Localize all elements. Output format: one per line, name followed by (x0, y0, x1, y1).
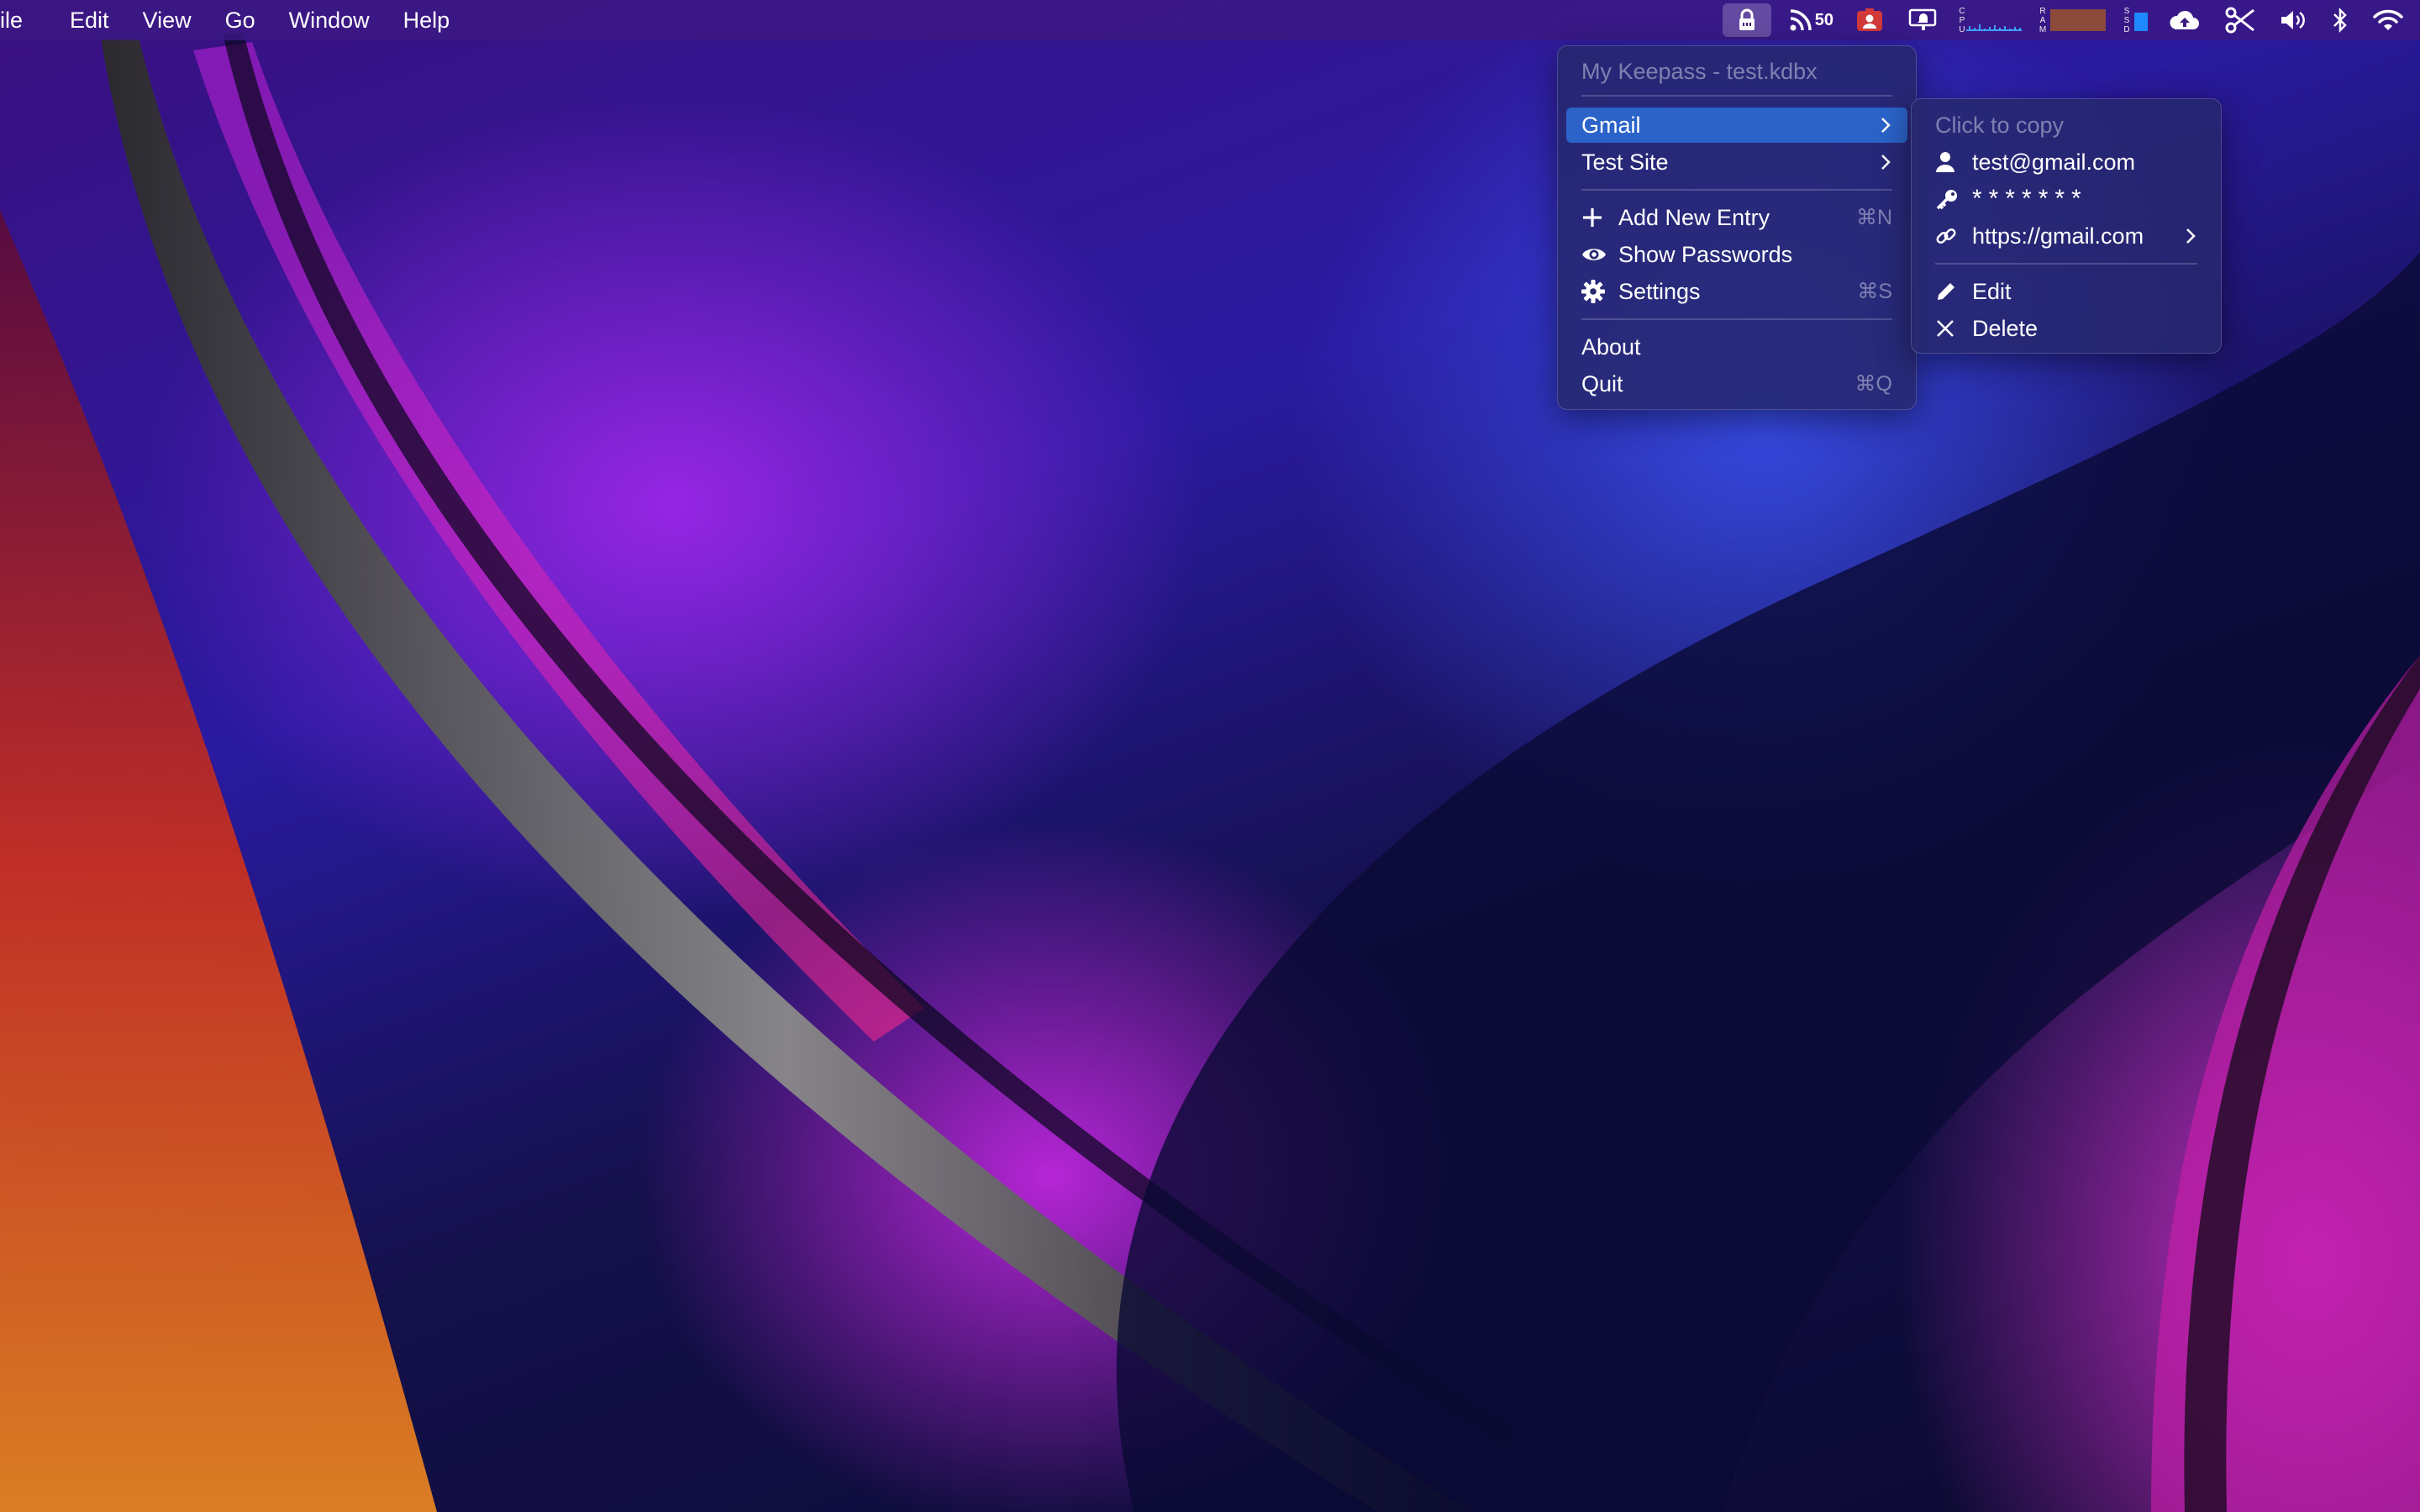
quit-label: Quit (1581, 371, 1623, 396)
gmail-submenu: Click to copy test@gmail.com ******* htt… (1911, 98, 2222, 354)
menu-view[interactable]: View (126, 0, 208, 40)
volume-status-item[interactable] (2267, 0, 2319, 40)
add-new-entry-shortcut: ⌘N (1855, 206, 1892, 229)
separator (1581, 318, 1892, 320)
add-new-entry-label: Add New Entry (1618, 205, 1770, 230)
cpu-label: CPU (1959, 6, 1965, 34)
wifi-status-item[interactable] (2361, 0, 2420, 40)
menu-item-test-site[interactable]: Test Site (1566, 144, 1907, 180)
speaker-volume-icon (2281, 11, 2305, 29)
plus-icon (1581, 205, 1607, 230)
notifications-status-item[interactable] (1896, 0, 1949, 40)
menu-bar: ile Edit View Go Window Help 50 CPU RAM … (0, 0, 2420, 40)
chevron-right-icon (2186, 228, 2197, 244)
wifi-icon (2373, 9, 2403, 30)
menu-window[interactable]: Window (272, 0, 387, 40)
separator (1581, 95, 1892, 97)
password-masked: ******* (1972, 185, 2088, 213)
ssd-monitor[interactable]: SSD (2114, 0, 2156, 40)
menu-item-quit[interactable]: Quit ⌘Q (1566, 366, 1907, 402)
rss-count: 50 (1814, 10, 1833, 29)
username-value: test@gmail.com (1972, 150, 2135, 175)
about-label: About (1581, 334, 1641, 360)
entry-label-gmail: Gmail (1581, 113, 1641, 138)
keepass-menu: My Keepass - test.kdbx Gmail Test Site A… (1557, 45, 1917, 410)
entry-label-test-site: Test Site (1581, 150, 1669, 175)
notification-bell-icon (1908, 8, 1937, 30)
separator (1581, 189, 1892, 191)
separator (1935, 263, 2197, 265)
quit-shortcut: ⌘Q (1854, 372, 1892, 396)
menu-item-username[interactable]: test@gmail.com (1920, 144, 2212, 180)
menu-item-url[interactable]: https://gmail.com (1920, 218, 2212, 254)
bluetooth-status-item[interactable] (2319, 0, 2361, 40)
submenu-header: Click to copy (1920, 108, 2212, 143)
menu-go[interactable]: Go (208, 0, 272, 40)
ram-label: RAM (2039, 6, 2047, 34)
menu-item-edit[interactable]: Edit (1920, 274, 2212, 309)
ssd-usage-bar (2134, 13, 2148, 31)
cloud-upload-icon (2170, 10, 2199, 29)
contacts-status-item[interactable] (1844, 0, 1896, 40)
lock-icon (1739, 8, 1754, 30)
rss-status-item[interactable]: 50 (1778, 0, 1844, 40)
settings-label: Settings (1618, 279, 1701, 304)
menu-item-show-passwords[interactable]: Show Passwords (1566, 237, 1907, 272)
scissors-icon (2225, 7, 2254, 34)
rss-icon (1790, 9, 1812, 31)
menu-header: My Keepass - test.kdbx (1566, 54, 1907, 89)
chevron-right-icon (1881, 117, 1892, 134)
gear-icon (1581, 279, 1607, 304)
pencil-icon (1935, 279, 1960, 304)
scissors-status-item[interactable] (2213, 0, 2267, 40)
menu-item-settings[interactable]: Settings ⌘S (1566, 274, 1907, 309)
database-title: My Keepass - test.kdbx (1581, 59, 1818, 84)
close-icon (1935, 316, 1960, 341)
settings-shortcut: ⌘S (1857, 280, 1892, 303)
link-icon (1935, 223, 1960, 249)
ram-usage-bar (2050, 9, 2106, 31)
menu-help[interactable]: Help (387, 0, 467, 40)
menu-file[interactable]: ile (0, 0, 53, 40)
menu-item-delete[interactable]: Delete (1920, 311, 2212, 346)
status-area: 50 CPU RAM SSD (1722, 0, 2420, 40)
ram-monitor[interactable]: RAM (2030, 0, 2114, 40)
keepass-status-item[interactable] (1722, 3, 1771, 37)
menu-item-add-new-entry[interactable]: Add New Entry ⌘N (1566, 200, 1907, 235)
cpu-graph-icon (1966, 24, 2022, 31)
contact-card-icon (1857, 8, 1882, 31)
menu-item-about[interactable]: About (1566, 329, 1907, 365)
show-passwords-label: Show Passwords (1618, 242, 1793, 267)
key-icon (1935, 186, 1960, 212)
edit-label: Edit (1972, 279, 2012, 304)
menu-item-gmail[interactable]: Gmail (1566, 108, 1907, 143)
click-to-copy-label: Click to copy (1935, 113, 2065, 138)
menu-edit[interactable]: Edit (53, 0, 126, 40)
menu-item-password[interactable]: ******* (1920, 181, 2212, 217)
cpu-monitor[interactable]: CPU (1949, 0, 2030, 40)
delete-label: Delete (1972, 316, 2039, 341)
user-icon (1935, 150, 1960, 175)
cloud-upload-status-item[interactable] (2156, 0, 2213, 40)
app-menus: ile Edit View Go Window Help (0, 0, 466, 40)
chevron-right-icon (1881, 154, 1892, 171)
url-value: https://gmail.com (1972, 223, 2144, 249)
ssd-label: SSD (2123, 6, 2130, 34)
bluetooth-icon (2333, 7, 2347, 34)
eye-icon (1581, 242, 1607, 267)
